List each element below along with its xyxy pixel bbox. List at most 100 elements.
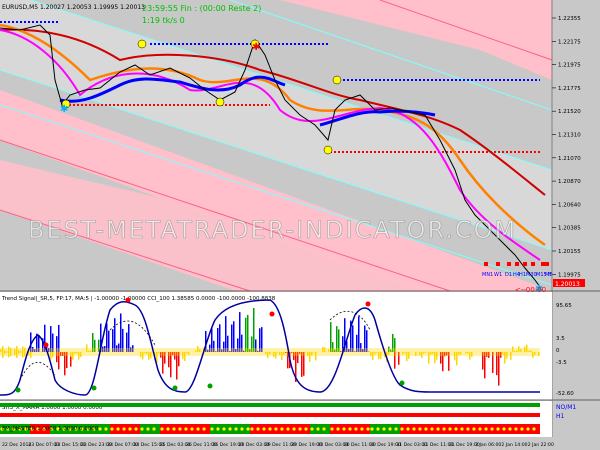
timeframe-label: W1: [494, 272, 502, 278]
signal-marker-yellow[interactable]: [215, 97, 225, 107]
fm-master-dot: [172, 427, 176, 431]
price-axis: 1.22355 1.22175 1.21975 1.21775 1.21520 1.213…: [551, 0, 600, 450]
fm-master-dot: [116, 427, 120, 431]
price-tick-label: 1.22355: [558, 16, 581, 22]
timeframe-marker: [507, 262, 511, 266]
histogram-bar: [358, 316, 360, 352]
buy-dot[interactable]: [399, 380, 405, 386]
histogram-bar: [239, 312, 241, 352]
fm-master-dot: [262, 427, 266, 431]
fm-master-dot: [184, 427, 188, 431]
time-tick-label: 2 Jan 22:00: [528, 442, 554, 448]
fm-master-dot: [322, 427, 326, 431]
price-tick-label: 1.21070: [558, 156, 581, 162]
fm-master-dot: [502, 427, 506, 431]
fm-master-dot: [442, 427, 446, 431]
signal-marker-yellow[interactable]: [137, 39, 147, 49]
price-tick-label: 1.21520: [558, 109, 581, 115]
fm-master-dot: [336, 427, 340, 431]
signal-marker-yellow[interactable]: [323, 145, 333, 155]
fm-master-dot: [166, 427, 170, 431]
fm-master-dot: [152, 427, 156, 431]
signal-marker-yellow[interactable]: [332, 75, 342, 85]
star-icon: ✱: [252, 42, 260, 53]
fm-master-dot: [250, 427, 254, 431]
sell-dot[interactable]: [43, 342, 49, 348]
indicator1-tick-label: 95.65: [556, 303, 572, 309]
fm-master-dot: [190, 427, 194, 431]
indicator1-background: [0, 292, 552, 400]
fm-master-dot: [128, 427, 132, 431]
timeframe-marker: [545, 262, 549, 266]
buy-dot[interactable]: [172, 385, 178, 391]
sell-dot[interactable]: [125, 297, 131, 303]
fm-master-dot: [532, 427, 536, 431]
symbol-info-line: EURUSD,M5 1.20027 1.20053 1.19995 1.2001…: [2, 4, 145, 11]
fm-master-dot: [490, 427, 494, 431]
fm-master-dot: [134, 427, 138, 431]
fm-master-dot: [304, 427, 308, 431]
histogram-zero-band: [0, 348, 540, 356]
fm-master-dot: [454, 427, 458, 431]
histogram-bar: [245, 317, 247, 352]
sell-dot[interactable]: [269, 311, 275, 317]
price-tick-label: 1.20155: [558, 249, 581, 255]
histogram-bar: [231, 324, 233, 352]
fm-master-dot: [418, 427, 422, 431]
fm-master-dot: [460, 427, 464, 431]
fm-master-dot: [222, 427, 226, 431]
indicator-fm-master-panel[interactable]: FM_MASTER 1.0000 1.0000 0.0000: [0, 421, 552, 437]
time-tick-label: 2 Jan 14:00: [501, 442, 527, 448]
fm-master-dot: [342, 427, 346, 431]
timeframe-marker: [523, 262, 527, 266]
fm-master-dot: [394, 427, 398, 431]
fm-master-dot: [526, 427, 530, 431]
fm-master-dot: [104, 427, 108, 431]
fm-master-dot: [366, 427, 370, 431]
fm-master-dot: [256, 427, 260, 431]
fm-master-dot: [146, 427, 150, 431]
timeframe-marker: [541, 262, 545, 266]
fm-master-dot: [268, 427, 272, 431]
indicator-trend-signal-panel[interactable]: Trend Signal|_SR,5, FP:17, MA:5 | -1.000…: [0, 292, 574, 400]
fm-master-dot: [466, 427, 470, 431]
fm-master-dot: [484, 427, 488, 431]
fm-master-dot: [448, 427, 452, 431]
fm-master-dot: [110, 427, 114, 431]
fm-master-dot: [234, 427, 238, 431]
sell-dot[interactable]: [365, 301, 371, 307]
fm-master-dot: [216, 427, 220, 431]
time-tick-labels: 22 Dec 201423 Dec 07:0023 Dec 15:0023 De…: [2, 442, 554, 448]
fm-master-dot: [240, 427, 244, 431]
fm-master-dot: [472, 427, 476, 431]
price-tick-label: 1.20640: [558, 202, 581, 208]
fm-master-dot: [122, 427, 126, 431]
mt4-chart-window: ✱ ✱ ✱ EURUSD,M5 1.20027 1.20053 1.19995 …: [0, 0, 600, 450]
histogram-bar: [106, 323, 108, 352]
timeframe-marker: [531, 262, 535, 266]
fm-master-dot: [98, 427, 102, 431]
fm-master-dot: [382, 427, 386, 431]
sh3-bar-top: [0, 403, 540, 407]
indicator1-tick-label: -3.5: [556, 360, 567, 366]
buy-dot[interactable]: [207, 383, 213, 389]
fm-master-dot: [376, 427, 380, 431]
buy-dot[interactable]: [91, 385, 97, 391]
price-tick-label: 1.20385: [558, 226, 581, 232]
indicator1-title: Trend Signal|_SR,5, FP:17, MA:5 | -1.000…: [1, 296, 276, 302]
sh3-bar-bottom-red: [0, 413, 250, 417]
fm-master-dot: [430, 427, 434, 431]
chart-canvas[interactable]: ✱ ✱ ✱ EURUSD,M5 1.20027 1.20053 1.19995 …: [0, 0, 600, 450]
fm-master-dot: [210, 427, 214, 431]
histogram-bar: [176, 352, 178, 380]
buy-dot[interactable]: [15, 387, 21, 393]
histogram-bar: [247, 314, 249, 352]
histogram-bar: [498, 352, 500, 386]
indicator1-tick-label: 0: [556, 348, 560, 354]
indicator-sh3-panel[interactable]: SH3_X_MAMA 1.0000 1.0000 0.0000 NO/M1 H1: [0, 401, 576, 421]
indicator1-tick-label: -52.60: [556, 391, 574, 397]
time-tick-label: 22 Dec 2014: [2, 442, 31, 448]
tick-rate-text: 1:19 tk/s 0: [142, 16, 185, 25]
fm-master-dot: [202, 427, 206, 431]
fm-master-dot: [178, 427, 182, 431]
